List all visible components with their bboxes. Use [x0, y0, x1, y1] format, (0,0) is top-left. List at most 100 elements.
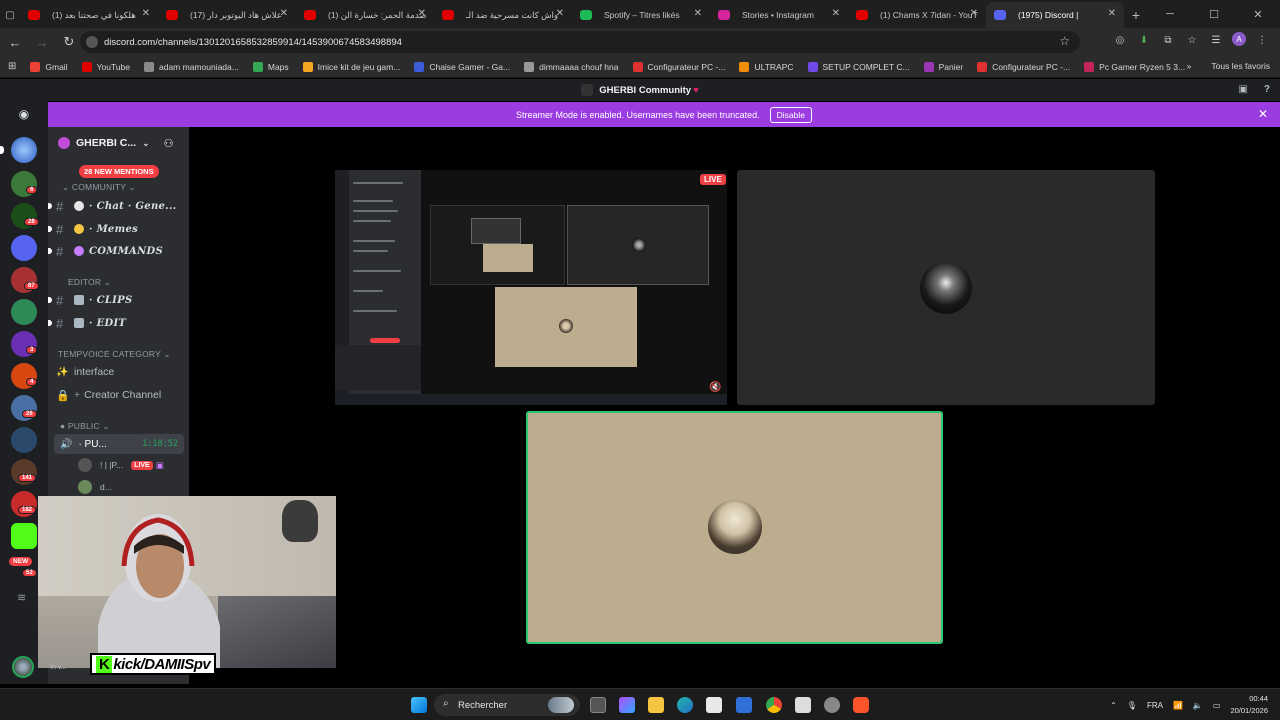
bookmark-item[interactable]: SETUP COMPLET C...	[807, 61, 910, 72]
channel-creator[interactable]: 🔒 + Creator Channel	[56, 385, 161, 405]
bookmark-item[interactable]: adam mamouniada...	[144, 61, 239, 72]
menu-icon[interactable]: ⋮	[1254, 32, 1270, 48]
chrome-icon[interactable]	[766, 697, 782, 713]
feed-icon[interactable]: ≋	[17, 591, 26, 604]
site-info-icon[interactable]	[86, 36, 98, 48]
close-tab-icon[interactable]: ✕	[280, 8, 288, 19]
server-icon-10[interactable]	[11, 427, 37, 453]
server-icon-1[interactable]	[11, 137, 37, 163]
tray-overflow-icon[interactable]: ⌃	[1110, 701, 1117, 710]
close-tab-icon[interactable]: ✕	[970, 8, 978, 19]
server-header[interactable]: GHERBI C... ⌄ ⚇	[48, 127, 189, 159]
close-banner-icon[interactable]: ✕	[1258, 107, 1268, 121]
close-tab-icon[interactable]: ✕	[556, 8, 564, 19]
wifi-icon[interactable]: 📶	[1173, 701, 1183, 710]
battery-icon[interactable]: ▭	[1213, 701, 1221, 710]
more-bookmarks-icon[interactable]: »	[1187, 61, 1192, 71]
browser-tab[interactable]: واش كانت مسرحية ضد الـ ✕	[434, 2, 572, 28]
microphone-icon[interactable]: 🎙	[1127, 701, 1137, 710]
language-indicator[interactable]: FRA	[1147, 701, 1163, 710]
server-icon-6[interactable]	[11, 299, 37, 325]
reload-icon[interactable]: ↻	[57, 30, 81, 54]
channel-memes[interactable]: # · Memes	[48, 219, 138, 239]
forward-icon[interactable]: →	[30, 30, 54, 54]
minimize-icon[interactable]: ─	[1148, 0, 1192, 28]
bookmark-item[interactable]: Maps	[252, 61, 289, 72]
maximize-icon[interactable]: ☐	[1192, 0, 1236, 28]
profile-avatar[interactable]: A	[1232, 32, 1246, 46]
user-panel[interactable]	[0, 650, 48, 684]
browser-tab[interactable]: (1) Chams X 7idan - YouT ✕	[848, 2, 986, 28]
disable-streamer-button[interactable]: Disable	[769, 106, 812, 123]
bookmark-item[interactable]: Gmail	[30, 61, 68, 72]
store-icon[interactable]	[706, 697, 722, 713]
avatar[interactable]	[12, 656, 34, 678]
bookmark-item[interactable]: YouTube	[81, 61, 130, 72]
bookmark-item[interactable]: Pc Gamer Ryzen 5 3...	[1084, 61, 1185, 72]
bookmark-item[interactable]: Configurateur PC -...	[632, 61, 725, 72]
copilot-icon[interactable]	[619, 697, 635, 713]
browser-tab[interactable]: (1975) Discord | ✕	[986, 2, 1124, 28]
channel-clips[interactable]: # · CLIPS	[48, 290, 132, 310]
category-editor[interactable]: EDITOR ⌄	[68, 277, 111, 288]
apps-grid-icon[interactable]: ⊞	[8, 61, 16, 72]
brave-icon[interactable]	[853, 697, 869, 713]
browser-tab[interactable]: Spotify – Titres likés ✕	[572, 2, 710, 28]
discord-home-icon[interactable]: ◉	[14, 107, 34, 121]
windows-start-icon[interactable]	[411, 697, 427, 713]
help-icon[interactable]: ?	[1264, 84, 1270, 95]
channel-chat-general[interactable]: # · Chat · Gene...	[48, 196, 177, 216]
extensions-puzzle-icon[interactable]: ⧉	[1160, 32, 1176, 48]
bookmark-item[interactable]: Configurateur PC -...	[977, 61, 1070, 72]
inbox-icon[interactable]: ▣	[1238, 84, 1247, 95]
volume-icon[interactable]: 🔈	[1193, 701, 1203, 710]
browser-tab[interactable]: (17) علاش هاد اليوتوبر دار ✕	[158, 2, 296, 28]
download-icon[interactable]: ⬇	[1136, 32, 1152, 48]
screen-share-stream[interactable]	[335, 170, 727, 405]
all-bookmarks-link[interactable]: Tous les favoris	[1211, 61, 1270, 71]
extension-icon[interactable]: ◎	[1112, 32, 1128, 48]
browser-tab[interactable]: Stories • Instagram ✕	[710, 2, 848, 28]
close-tab-icon[interactable]: ✕	[142, 8, 150, 19]
close-tab-icon[interactable]: ✕	[418, 8, 426, 19]
voice-channel-active[interactable]: 🔊 · PU... 1:18:52	[54, 434, 184, 454]
category-public[interactable]: ● PUBLIC ⌄	[60, 421, 110, 432]
invite-icon[interactable]: ⚇	[164, 137, 174, 150]
browser-tab[interactable]: (1) صدمة الحمر: خسارة الن ✕	[296, 2, 434, 28]
tab-group-icon[interactable]: ▢	[0, 2, 20, 28]
back-icon[interactable]: ←	[3, 30, 27, 54]
file-explorer-icon[interactable]	[648, 697, 664, 713]
bookmark-item[interactable]: dimmaaaa chouf hna	[524, 61, 619, 72]
new-tab-button[interactable]: +	[1124, 2, 1148, 28]
app-icon[interactable]	[795, 697, 811, 713]
category-tempvoice[interactable]: TEMPVOICE CATEGORY ⌄	[58, 349, 171, 360]
close-tab-icon[interactable]: ✕	[1108, 8, 1116, 19]
bookmark-item[interactable]: Imice kit de jeu gam...	[302, 61, 400, 72]
task-view-icon[interactable]	[590, 697, 606, 713]
bookmark-item[interactable]: Chaise Gamer - Ga...	[414, 61, 510, 72]
edge-icon[interactable]	[677, 697, 693, 713]
clock[interactable]: 00:44 20/01/2026	[1230, 693, 1268, 717]
server-icon-4[interactable]	[11, 235, 37, 261]
close-window-icon[interactable]: ✕	[1236, 0, 1280, 28]
settings-icon[interactable]	[824, 697, 840, 713]
url-input[interactable]: discord.com/channels/1301201658532859914…	[80, 31, 1080, 53]
bookmark-item[interactable]: Panier	[923, 61, 963, 72]
sidebar-icon[interactable]: ☰	[1208, 32, 1224, 48]
mail-icon[interactable]	[736, 697, 752, 713]
bookmark-item[interactable]: ULTRAPC	[739, 61, 794, 72]
close-tab-icon[interactable]: ✕	[832, 8, 840, 19]
voice-user[interactable]: d...	[78, 478, 112, 496]
channel-commands[interactable]: # COMMANDS	[48, 241, 163, 261]
new-mentions-pill[interactable]: 28 NEW MENTIONS	[79, 165, 159, 178]
channel-interface[interactable]: ✨ interface	[56, 362, 114, 382]
favorites-icon[interactable]: ☆	[1184, 32, 1200, 48]
category-community[interactable]: ⌄ COMMUNITY ⌄	[62, 182, 136, 193]
taskbar-search[interactable]: ⌕ Rechercher	[434, 694, 580, 716]
mute-icon[interactable]: 🔇	[709, 382, 721, 393]
browser-tab[interactable]: (1) هلكونا في صحتنا بعد ✕	[20, 2, 158, 28]
channel-edit[interactable]: # · EDIT	[48, 313, 126, 333]
server-icon-13[interactable]	[11, 523, 37, 549]
voice-user[interactable]: ! | |P... LIVE ▣	[78, 456, 164, 474]
close-tab-icon[interactable]: ✕	[694, 8, 702, 19]
